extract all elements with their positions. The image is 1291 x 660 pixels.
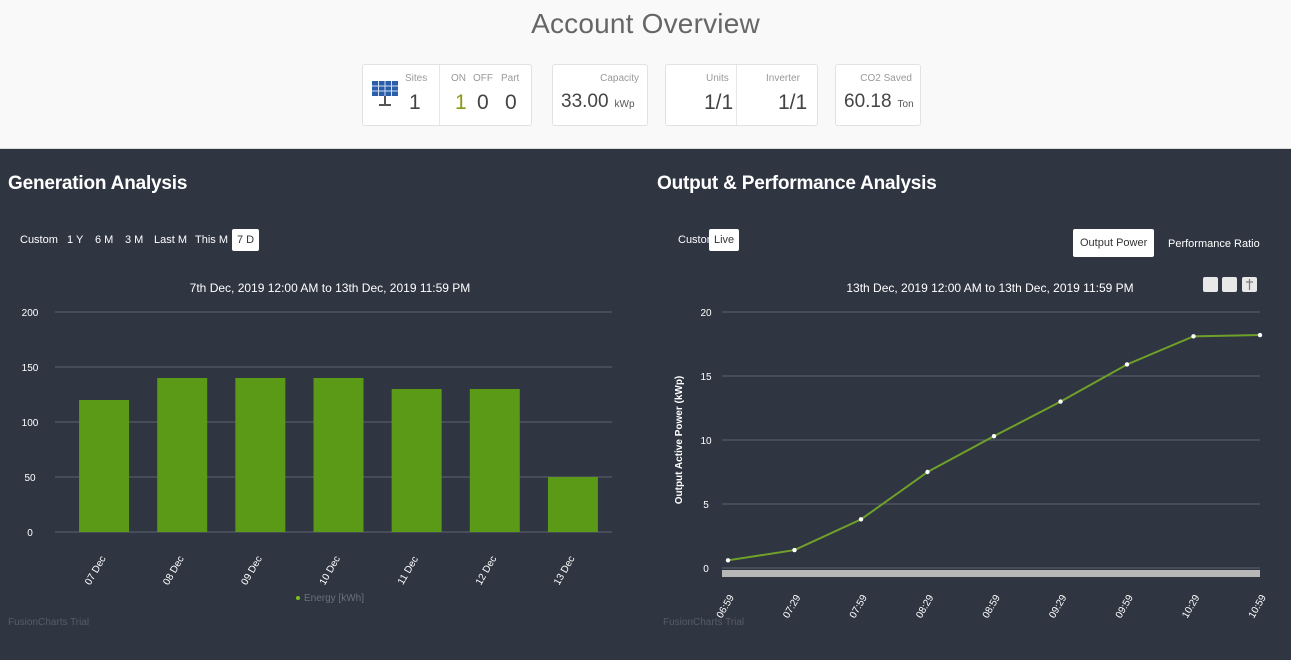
out-ytick-label: 20	[700, 308, 712, 319]
gen-tab-this-month[interactable]: This M	[195, 229, 228, 251]
generation-chart-caption: 7th Dec, 2019 12:00 AM to 13th Dec, 2019…	[189, 281, 471, 295]
out-data-point	[1124, 362, 1130, 367]
sites-label: Sites	[405, 73, 428, 84]
account-overview-header: Account Overview Sites 1 ON 1 OFF 0 Part…	[0, 0, 1291, 149]
inverter-label: Inverter	[766, 73, 800, 84]
inverter-value: 1/1	[778, 91, 808, 114]
part-label: Part	[501, 73, 520, 84]
co2-saved-box: CO2 Saved 60.18 Ton	[835, 64, 921, 126]
out-xtick-label: 08:59	[981, 593, 1003, 621]
gen-tab-last-month[interactable]: Last M	[154, 229, 187, 251]
gen-ytick-label: 150	[22, 363, 39, 374]
output-line-chart: 05101520 Output Active Power (kWp) 06:59…	[674, 308, 1269, 621]
off-value: 0	[477, 91, 489, 114]
output-chart-caption: 13th Dec, 2019 12:00 AM to 13th Dec, 201…	[846, 281, 1134, 295]
out-xtick-label: 08:29	[914, 593, 936, 621]
generation-bar-chart: 0 50 100 150 200 07 Dec 08 Dec 09 Dec 10 Dec 11 …	[22, 308, 612, 604]
out-xtick-label: 09:29	[1047, 593, 1069, 621]
out-tab-live[interactable]: Live	[709, 229, 740, 251]
zoom-out-button[interactable]	[1222, 277, 1237, 292]
analysis-dashboard: Generation Analysis Custom 1 Y 6 M 3 M L…	[0, 149, 1291, 660]
generation-trial-watermark: FusionCharts Trial	[8, 617, 90, 628]
solar-panel-icon	[371, 79, 399, 114]
out-series-line	[727, 334, 1261, 562]
units-label: Units	[706, 73, 729, 84]
gen-xtick-label: 07 Dec	[83, 554, 108, 587]
out-data-point	[1058, 399, 1063, 404]
out-data-point	[858, 517, 864, 522]
out-data-point	[792, 547, 797, 553]
units-value: 1/1	[704, 91, 734, 114]
co2-label: CO2 Saved	[860, 73, 912, 84]
page-title: Account Overview	[531, 8, 760, 39]
on-value: 1	[455, 91, 467, 114]
out-xtick-label: 10:59	[1247, 593, 1269, 621]
pin-button[interactable]	[1242, 277, 1257, 292]
out-ytick-label: 10	[700, 436, 712, 447]
gen-bar	[313, 378, 364, 532]
gen-xtick-label: 09 Dec	[240, 554, 265, 587]
gen-xtick-label: 12 Dec	[474, 554, 499, 587]
out-data-point	[991, 433, 997, 439]
gen-tab-1y[interactable]: 1 Y	[67, 229, 83, 251]
sites-value: 1	[409, 91, 421, 114]
generation-analysis-title: Generation Analysis	[8, 173, 188, 194]
gen-tab-6m[interactable]: 6 M	[95, 229, 113, 251]
gen-bar	[391, 389, 442, 532]
output-trial-watermark: FusionCharts Trial	[663, 617, 745, 628]
gen-tab-7d[interactable]: 7 D	[232, 229, 260, 251]
gen-legend-marker	[296, 596, 300, 600]
gen-xtick-label: 13 Dec	[552, 554, 577, 587]
out-ytick-label: 0	[703, 564, 709, 575]
gen-xtick-label: 11 Dec	[396, 555, 421, 587]
gen-legend-label: Energy [kWh]	[304, 593, 364, 604]
out-xtick-label: 07:59	[848, 593, 870, 621]
gen-ytick-label: 200	[22, 308, 39, 319]
out-ytick-label: 15	[700, 372, 712, 383]
capacity-label: Capacity	[600, 73, 639, 84]
units-inverter-box: Units 1/1 Inverter 1/1	[665, 64, 818, 126]
gen-ytick-label: 50	[24, 473, 36, 484]
out-y-axis-title: Output Active Power (kWp)	[674, 376, 685, 505]
capacity-value: 33.00 kWp	[561, 91, 635, 113]
gen-bar	[469, 389, 520, 532]
co2-number: 60.18	[844, 91, 892, 112]
sites-summary-box: Sites 1 ON 1 OFF 0 Part 0	[362, 64, 532, 126]
gen-bar	[547, 477, 598, 532]
part-value: 0	[505, 91, 517, 114]
gen-xtick-label: 08 Dec	[161, 554, 186, 587]
pin-icon	[1246, 279, 1253, 290]
off-label: OFF	[473, 73, 493, 84]
output-analysis-title: Output & Performance Analysis	[657, 173, 937, 194]
out-xtick-label: 09:59	[1114, 593, 1136, 621]
out-scroll-bar	[722, 570, 1260, 577]
tab-performance-ratio[interactable]: Performance Ratio	[1168, 233, 1260, 255]
out-data-point	[1257, 332, 1263, 338]
out-data-point	[1191, 334, 1196, 339]
capacity-unit: kWp	[614, 99, 635, 110]
gen-bar	[235, 378, 286, 532]
tab-output-power[interactable]: Output Power	[1073, 229, 1155, 257]
gen-tab-custom[interactable]: Custom	[20, 229, 58, 251]
out-data-point	[925, 469, 930, 475]
co2-value: 60.18 Ton	[844, 91, 914, 113]
gen-ytick-label: 0	[27, 528, 33, 539]
gen-xtick-label: 10 Dec	[318, 554, 343, 587]
out-xtick-label: 07:29	[781, 593, 803, 621]
out-ytick-label: 5	[703, 500, 709, 511]
on-label: ON	[451, 73, 466, 84]
capacity-box: Capacity 33.00 kWp	[552, 64, 648, 126]
gen-tab-3m[interactable]: 3 M	[125, 229, 143, 251]
gen-bar	[157, 378, 208, 532]
gen-ytick-label: 100	[22, 418, 39, 429]
zoom-reset-button[interactable]	[1203, 277, 1218, 292]
gen-bar	[79, 400, 130, 532]
out-data-point	[725, 558, 731, 563]
out-xtick-label: 10:29	[1180, 593, 1202, 621]
capacity-number: 33.00	[561, 91, 609, 112]
co2-unit: Ton	[897, 99, 914, 110]
